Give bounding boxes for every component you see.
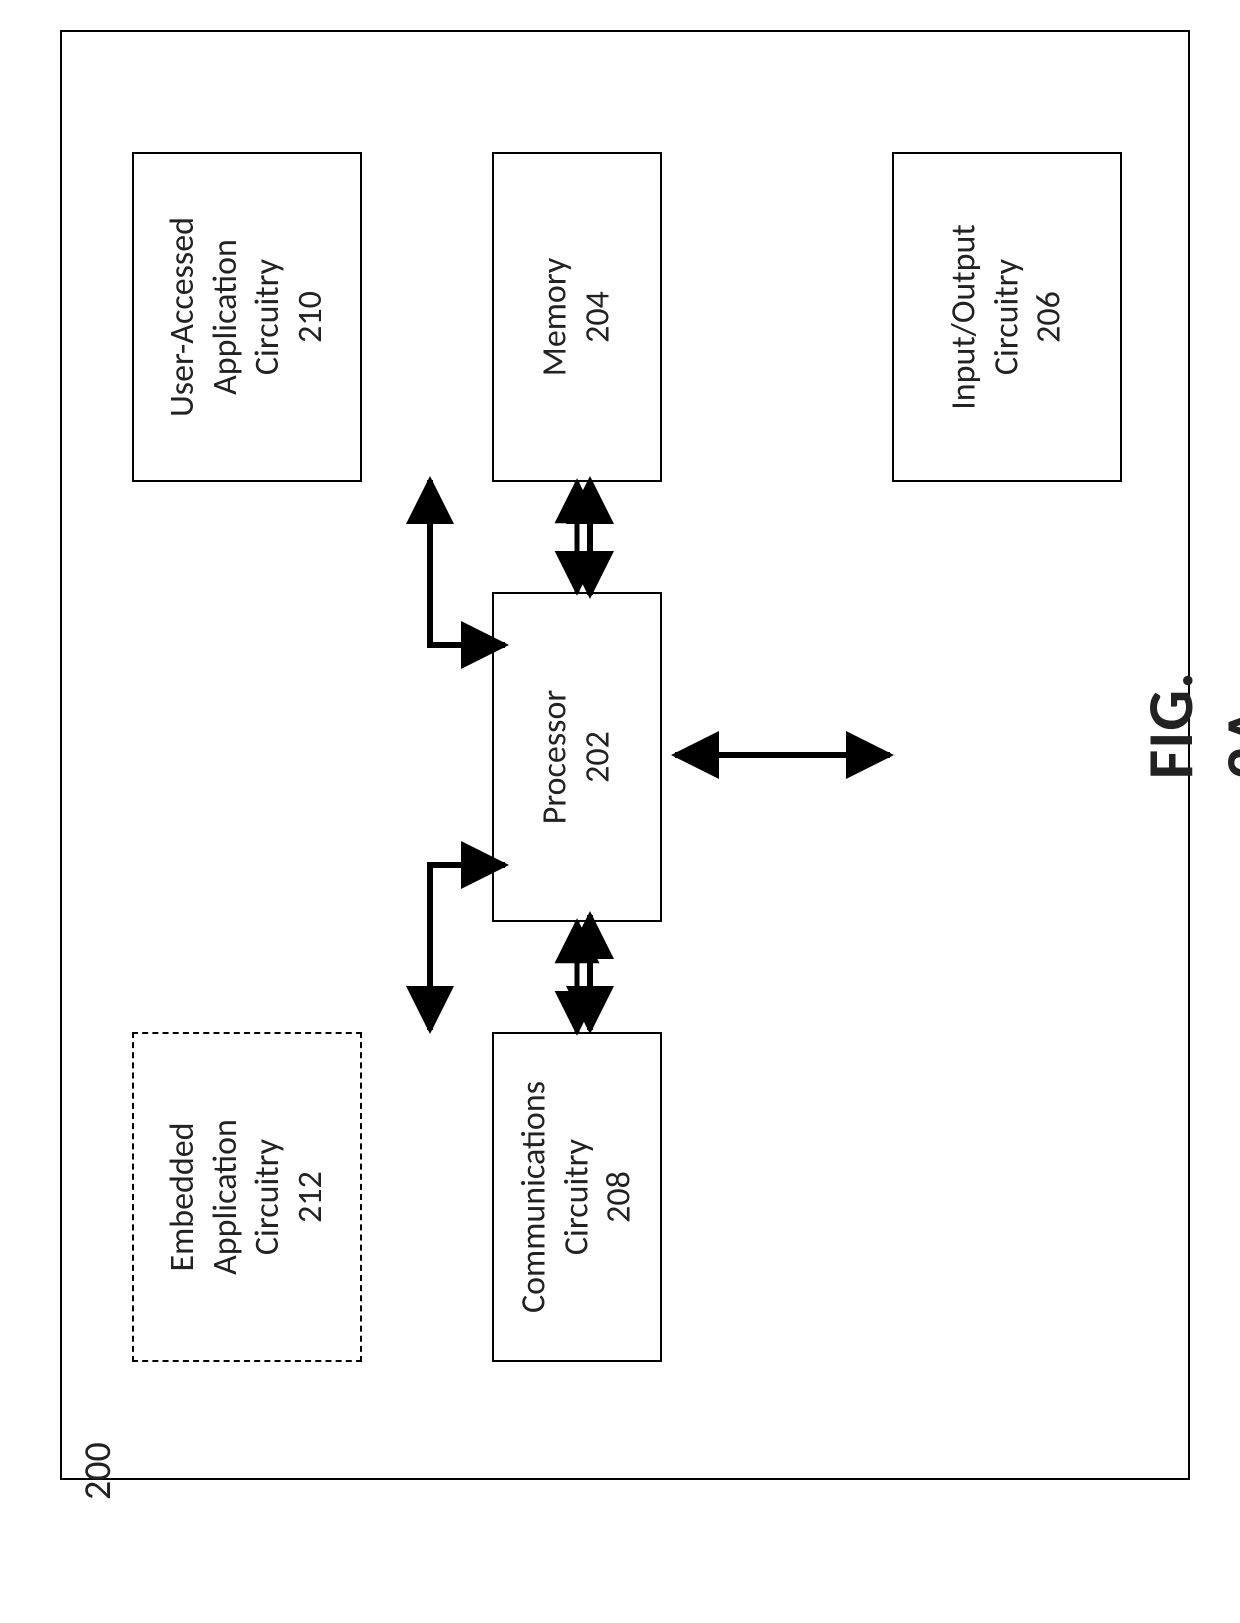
block-processor-label: Processor 202: [535, 690, 620, 824]
figure-reference-number: 200: [75, 1442, 121, 1500]
block-memory: Memory 204: [492, 152, 662, 482]
figure-caption: FIG. 2A: [1132, 671, 1240, 779]
block-io: Input/Output Circuitry 206: [892, 152, 1122, 482]
page: Processor 202 Memory 204 Communications …: [0, 0, 1240, 1623]
block-user-accessed-application: User-Accessed Application Circuitry 210: [132, 152, 362, 482]
block-embedded-label: Embedded Application Circuitry 212: [162, 1119, 332, 1275]
block-processor: Processor 202: [492, 592, 662, 922]
diagram-frame: Processor 202 Memory 204 Communications …: [60, 30, 1190, 1480]
block-communications: Communications Circuitry 208: [492, 1032, 662, 1362]
block-user-accessed-label: User-Accessed Application Circuitry 210: [162, 217, 332, 417]
block-communications-label: Communications Circuitry 208: [513, 1081, 641, 1313]
block-io-label: Input/Output Circuitry 206: [943, 224, 1071, 410]
block-memory-label: Memory 204: [535, 258, 620, 377]
block-embedded-application: Embedded Application Circuitry 212: [132, 1032, 362, 1362]
